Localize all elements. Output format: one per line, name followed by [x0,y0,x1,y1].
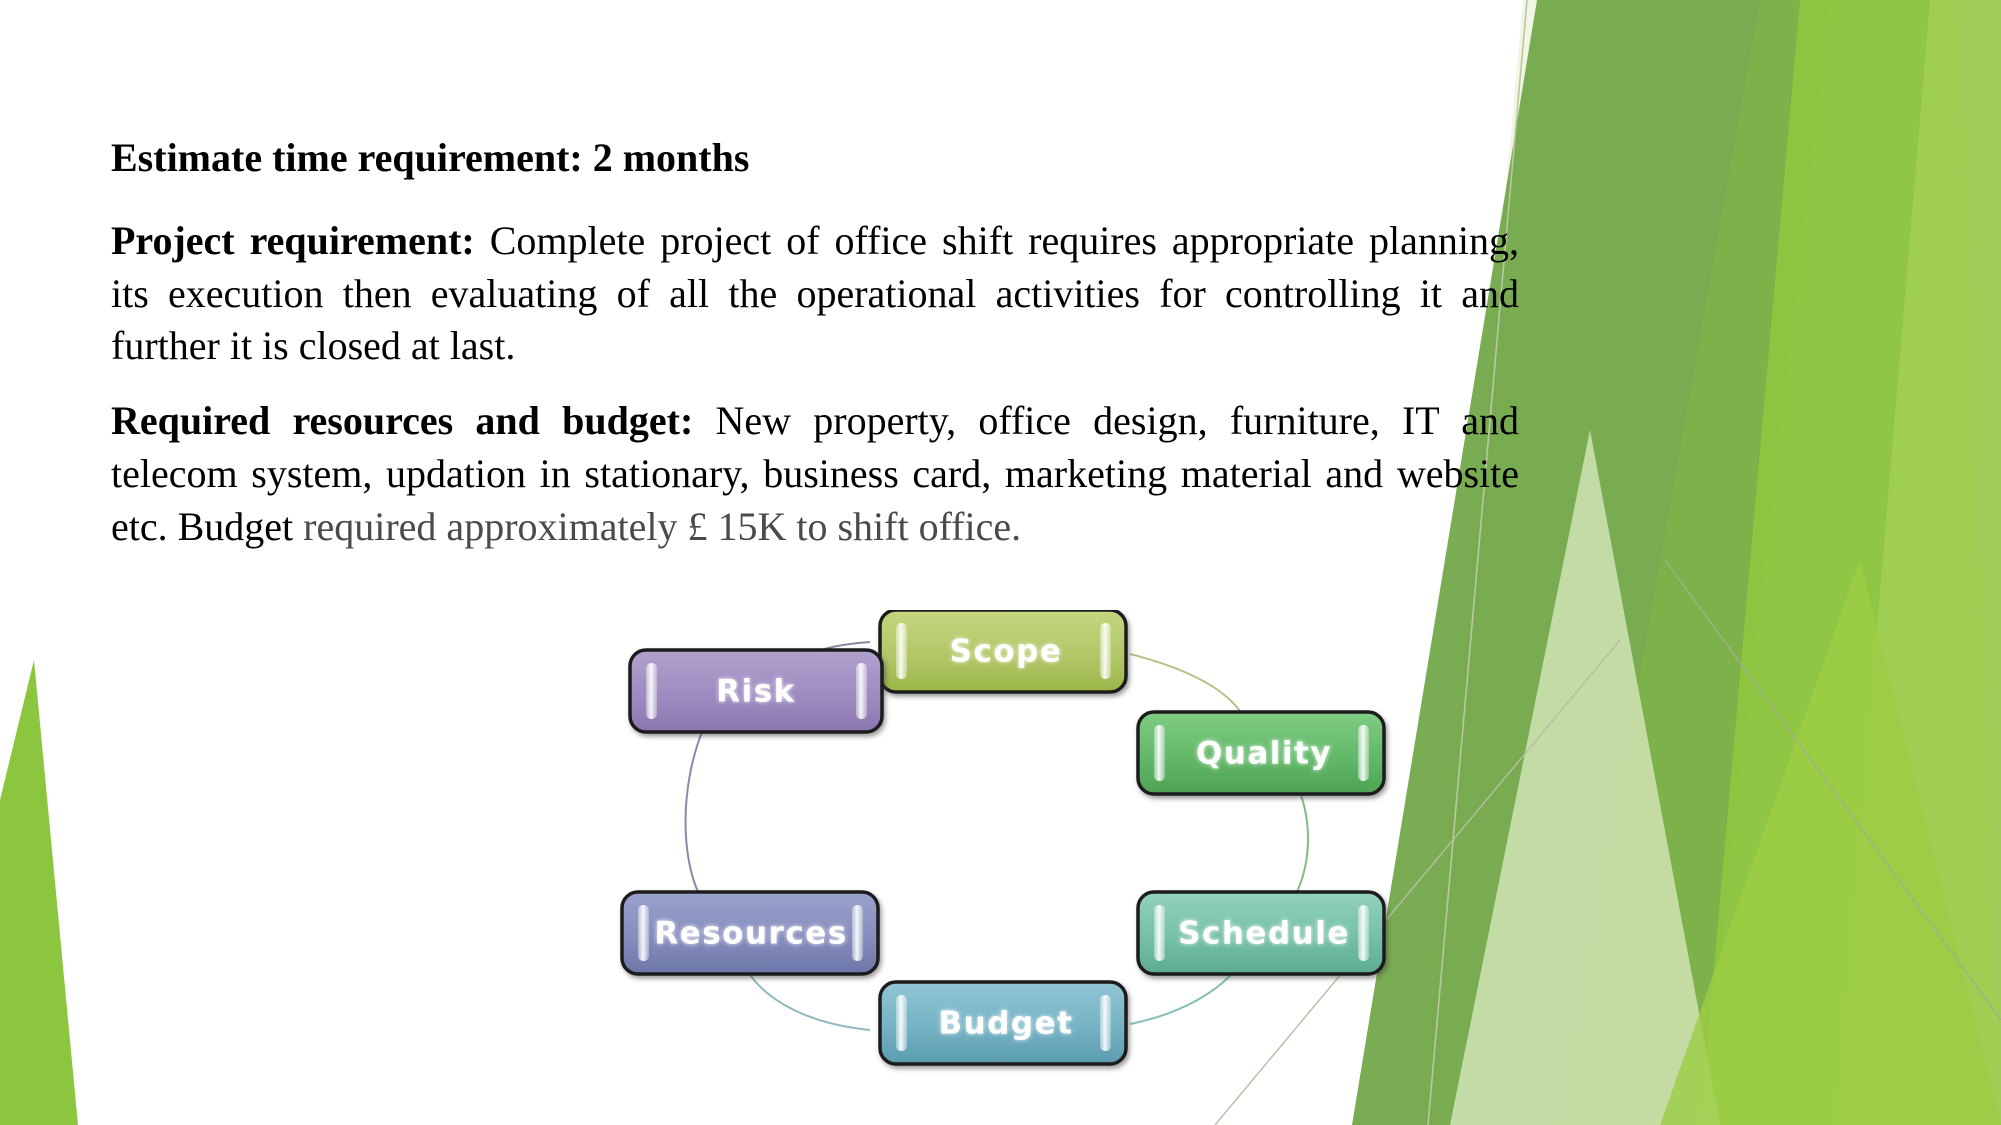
presentation-slide: Estimate time requirement: 2 months Proj… [0,0,2001,1125]
diagram-node-schedule[interactable]: Schedule [1136,890,1386,976]
connector-quality-to-schedule [1295,781,1309,895]
decor-hairline-2 [1664,559,2001,1021]
decor-bright-green-wedge [1700,0,2001,1125]
decor-mid-green-wedge [1560,0,2001,1125]
estimate-time-line: Estimate time requirement: 2 months [111,132,1519,185]
budget-label: Budget [939,1006,1074,1042]
schedule-label: Schedule [1178,916,1350,952]
project-requirement-label: Project requirement: [111,217,475,263]
diagram-node-resources[interactable]: Resources [620,890,880,976]
slide-text-body: Estimate time requirement: 2 months Proj… [111,132,1519,554]
resources-right-highlight [852,905,863,961]
diagram-node-budget[interactable]: Budget [878,980,1128,1066]
required-resources-body-muted: required approximately £ 15K to shift of… [293,503,1022,549]
budget-right-highlight [1100,995,1111,1051]
scope-label: Scope [950,634,1063,670]
quality-left-highlight [1154,725,1165,781]
scope-left-highlight [896,623,907,679]
risk-label: Risk [716,674,796,710]
connector-scope-to-quality [1129,653,1243,715]
diagram-node-quality[interactable]: Quality [1136,710,1386,796]
risk-left-highlight [646,663,657,719]
resources-left-highlight [638,905,649,961]
decor-light-green-wedge [1835,0,2001,1125]
risk-right-highlight [856,663,867,719]
diagram-node-scope[interactable]: Scope [878,610,1128,694]
connector-resources-to-risk [684,731,703,901]
quality-right-highlight [1358,725,1369,781]
schedule-left-highlight [1154,905,1165,961]
estimate-time-text: Estimate time requirement: 2 months [111,135,750,180]
budget-left-highlight [896,995,907,1051]
schedule-right-highlight [1358,905,1369,961]
decor-bottom-bright-wedge [1660,560,2001,1125]
diagram-node-risk[interactable]: Risk [628,648,884,734]
scope-right-highlight [1100,623,1111,679]
required-resources-paragraph: Required resources and budget: New prope… [111,395,1519,553]
project-requirement-paragraph: Project requirement: Complete project of… [111,215,1519,373]
resources-label: Resources [654,916,847,952]
decor-left-spike [0,660,78,1125]
quality-label: Quality [1196,736,1332,772]
connector-budget-to-resources [747,971,871,1031]
project-constraints-diagram: Scope Quality Schedule Budget Resources … [530,610,1470,1125]
required-resources-label: Required resources and budget: [111,398,694,444]
